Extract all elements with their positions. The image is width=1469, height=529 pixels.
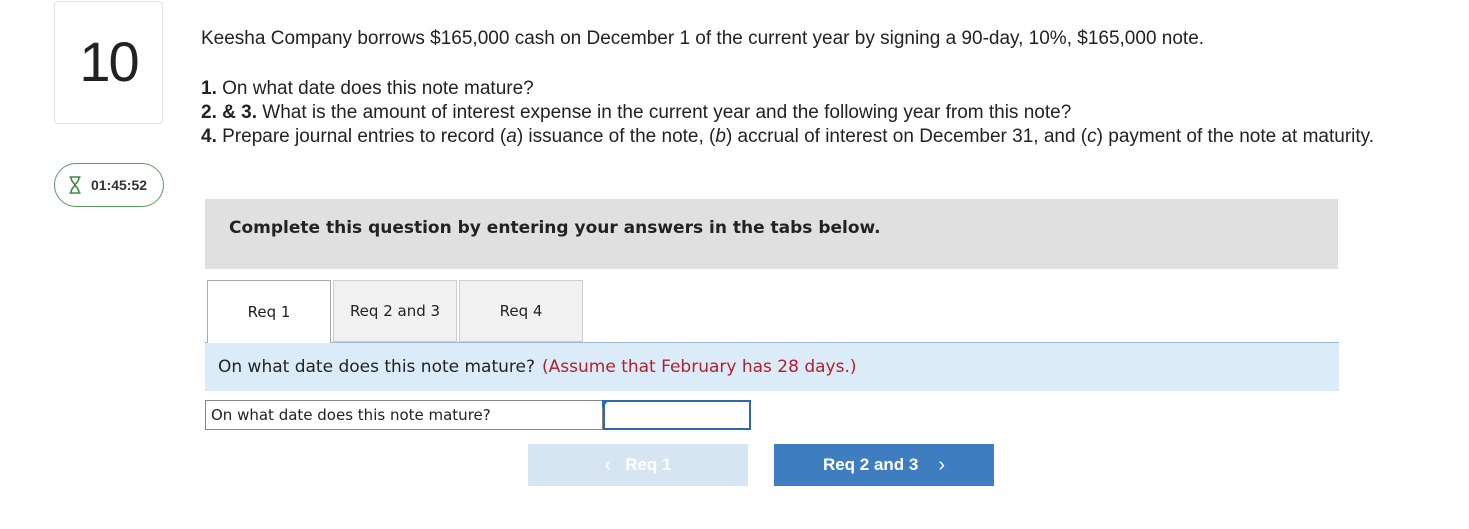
next-button-label: Req 2 and 3: [822, 455, 919, 474]
question-stem: Keesha Company borrows $165,000 cash on …: [201, 27, 1431, 149]
tab-label: Req 2 and 3: [349, 302, 441, 320]
timer[interactable]: 01:45:52: [54, 163, 164, 207]
tab-label: Req 4: [499, 302, 543, 320]
req1-question-bar: On what date does this note mature? (Ass…: [205, 342, 1339, 391]
question-number-box: 10: [54, 1, 163, 124]
next-button[interactable]: Req 2 and 3 ›: [774, 444, 994, 486]
answer-row: On what date does this note mature?: [205, 400, 751, 430]
prev-button-label: Req 1: [625, 455, 672, 474]
maturity-date-input[interactable]: [603, 400, 751, 430]
question-item-2-3: 2. & 3. What is the amount of interest e…: [201, 102, 1072, 123]
chevron-left-icon: ‹: [604, 453, 612, 476]
hourglass-icon: [69, 176, 81, 194]
prev-button[interactable]: ‹ Req 1: [528, 444, 748, 486]
req1-prompt: On what date does this note mature?: [218, 357, 536, 377]
question-item-4: 4. Prepare journal entries to record (a)…: [201, 126, 1375, 147]
question-item-1: 1. On what date does this note mature?: [201, 78, 534, 99]
timer-value: 01:45:52: [91, 177, 148, 193]
instructions-text: Complete this question by entering your …: [229, 218, 881, 238]
tab-label: Req 1: [247, 303, 291, 321]
chevron-right-icon: ›: [938, 453, 946, 476]
input-corner-flag: [602, 400, 609, 408]
question-number: 10: [79, 29, 139, 93]
instructions-panel: Complete this question by entering your …: [205, 199, 1338, 269]
tab-req-2-and-3[interactable]: Req 2 and 3: [333, 280, 457, 342]
question-intro: Keesha Company borrows $165,000 cash on …: [201, 28, 1205, 49]
req1-note: (Assume that February has 28 days.): [542, 357, 857, 377]
answer-label: On what date does this note mature?: [205, 400, 603, 430]
tab-req-1[interactable]: Req 1: [207, 280, 331, 343]
tab-req-4[interactable]: Req 4: [459, 280, 583, 342]
